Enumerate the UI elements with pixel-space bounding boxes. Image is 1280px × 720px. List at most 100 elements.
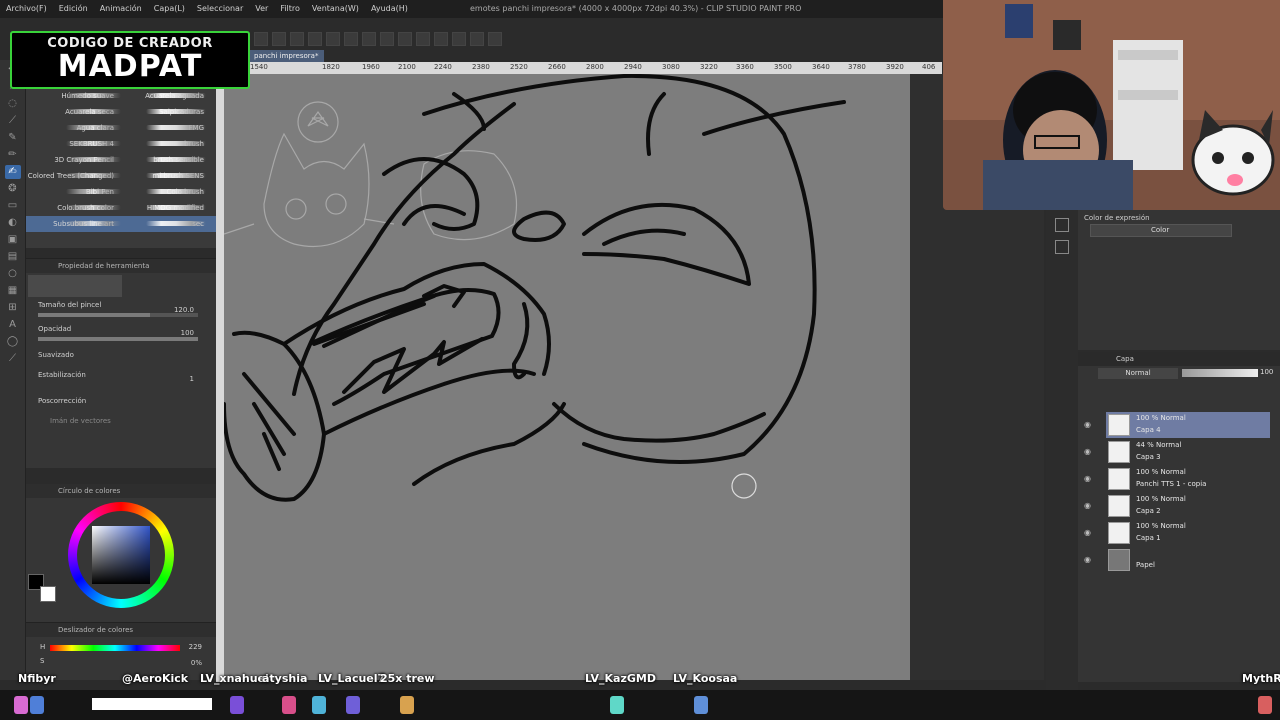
layer-row-capa-1[interactable]: ◉ 100 % Normal Capa 1 — [1084, 520, 1270, 546]
hue-label: H — [40, 643, 46, 651]
brush-row[interactable]: Bibi PenColo brush — [26, 184, 216, 200]
post-correction-label[interactable]: Poscorrección — [38, 397, 86, 405]
chat-name: LV_xnahuel — [200, 672, 269, 685]
tool-strip: ✥ ⌕ ◌ ⟋ ✎ ✏ ✍ ❂ ▭ ◐ ▣ ▤ ○ ▦ ⊞ A ◯ ⟋ — [0, 60, 26, 680]
ruler-tool-icon[interactable]: ⊞ — [5, 301, 21, 315]
stroke-preview — [146, 173, 206, 178]
avatar-sprite — [400, 696, 414, 714]
ruler-tick: 2800 — [586, 63, 604, 71]
canvas-tab[interactable]: panchi impresora* — [248, 50, 325, 62]
saturation-square[interactable] — [92, 526, 150, 584]
visibility-eye-icon[interactable]: ◉ — [1084, 555, 1091, 564]
brush-row[interactable]: Húmedo suaveAcuarela aguada — [26, 88, 216, 104]
brush-row[interactable]: SEKBRUSH 4brush — [26, 136, 216, 152]
save-icon[interactable] — [254, 32, 268, 46]
menu-edicion[interactable]: Edición — [53, 0, 94, 18]
lasso-icon[interactable]: ◌ — [5, 97, 21, 111]
right-dock — [1046, 210, 1078, 710]
opacity-label: Opacidad — [38, 325, 72, 333]
visibility-eye-icon[interactable]: ◉ — [1084, 501, 1091, 510]
menu-archivo[interactable]: Archivo(F) — [0, 0, 53, 18]
redo-icon[interactable] — [290, 32, 304, 46]
eraser-icon[interactable]: ▭ — [5, 199, 21, 213]
transform-icon[interactable] — [326, 32, 340, 46]
menu-ayuda[interactable]: Ayuda(H) — [365, 0, 414, 18]
fill-icon[interactable] — [380, 32, 394, 46]
layer-opacity-value[interactable]: 100 — [1260, 368, 1273, 376]
brush-tool-icon[interactable]: ✍ — [4, 165, 21, 179]
sub-color-swatch[interactable] — [40, 586, 56, 602]
brush-size-slider[interactable] — [38, 313, 198, 317]
color-wheel-panel: Círculo de colores — [26, 484, 216, 624]
pencil-tool-icon[interactable]: ✏ — [5, 148, 21, 162]
layer-opacity-slider[interactable] — [1182, 369, 1258, 377]
grid-icon[interactable] — [452, 32, 466, 46]
drawing-canvas[interactable] — [224, 74, 910, 680]
menu-capa[interactable]: Capa(L) — [148, 0, 191, 18]
hue-slider[interactable] — [50, 645, 180, 651]
menu-filtro[interactable]: Filtro — [274, 0, 306, 18]
layer-row-capa-4[interactable]: ◉ 100 % Normal Capa 4 — [1084, 412, 1270, 438]
layer-row-capa-3[interactable]: ◉ 44 % Normal Capa 3 — [1084, 439, 1270, 465]
fill-tool-icon[interactable]: ▣ — [5, 233, 21, 247]
brush-row[interactable]: Acuarela secaSalpicaduras — [26, 104, 216, 120]
visibility-eye-icon[interactable]: ◉ — [1084, 420, 1091, 429]
hue-value[interactable]: 229 — [189, 643, 202, 651]
pen-icon[interactable] — [398, 32, 412, 46]
avatar-sprite — [30, 696, 44, 714]
balloon-icon[interactable]: ◯ — [5, 335, 21, 349]
brush-row[interactable]: Agua claraFMG — [26, 120, 216, 136]
brush-row[interactable]: Colored Trees (Changed)mi brush SENS — [26, 168, 216, 184]
gradient-icon[interactable]: ▤ — [5, 250, 21, 264]
settings-icon[interactable] — [308, 32, 322, 46]
ruler-tick: 3780 — [848, 63, 866, 71]
opacity-slider[interactable] — [38, 337, 198, 341]
avatar-sprite — [346, 696, 360, 714]
stabilization-value[interactable]: 1 — [190, 375, 194, 383]
ruler-tick: 3640 — [812, 63, 830, 71]
frame-icon[interactable]: ▦ — [5, 284, 21, 298]
webcam-scene — [943, 0, 1280, 210]
stroke-preview — [66, 125, 121, 130]
shape-icon[interactable]: ○ — [5, 267, 21, 281]
layer-row-papel[interactable]: ◉ Papel — [1084, 547, 1270, 573]
layer-tab[interactable]: Capa — [1078, 352, 1280, 366]
blend-icon[interactable]: ◐ — [5, 216, 21, 230]
line-correction-icon[interactable]: ⟋ — [5, 352, 21, 366]
saturation-value[interactable]: 0% — [191, 659, 202, 667]
visibility-eye-icon[interactable]: ◉ — [1084, 528, 1091, 537]
ruler-tick: 2520 — [510, 63, 528, 71]
ruler-icon[interactable] — [470, 32, 484, 46]
line-icon[interactable] — [416, 32, 430, 46]
pen-tool-icon[interactable]: ✎ — [5, 131, 21, 145]
clear-icon[interactable] — [362, 32, 376, 46]
layer-icon[interactable] — [488, 32, 502, 46]
visibility-eye-icon[interactable]: ◉ — [1084, 447, 1091, 456]
crop-icon[interactable] — [344, 32, 358, 46]
snap-icon[interactable] — [434, 32, 448, 46]
stroke-preview — [146, 205, 206, 210]
layer-row-panchi-copy[interactable]: ◉ 100 % Normal Panchi TTS 1 - copia — [1084, 466, 1270, 492]
chat-name: atyshia — [262, 672, 308, 685]
airbrush-icon[interactable]: ❂ — [5, 182, 21, 196]
undo-icon[interactable] — [272, 32, 286, 46]
expression-color-title: Color de expresión — [1084, 214, 1150, 222]
menu-ver[interactable]: Ver — [249, 0, 274, 18]
brush-row[interactable]: 3D Crayon Pencilbrush sensible — [26, 152, 216, 168]
expression-color-select[interactable]: Color — [1090, 224, 1232, 237]
text-icon[interactable]: A — [5, 318, 21, 332]
subview-icon[interactable] — [1055, 240, 1069, 254]
chat-name: LV_Koosaa — [673, 672, 738, 685]
stroke-preview — [66, 189, 121, 194]
navigator-icon[interactable] — [1055, 218, 1069, 232]
brush-row[interactable]: Colo.brush colorHIMOG modified — [26, 200, 216, 216]
brush-row-selected[interactable]: Subsubus line artsec — [26, 216, 216, 232]
opacity-value[interactable]: 100 — [181, 329, 194, 337]
layer-row-capa-2[interactable]: ◉ 100 % Normal Capa 2 — [1084, 493, 1270, 519]
menu-ventana[interactable]: Ventana(W) — [306, 0, 365, 18]
eyedropper-icon[interactable]: ⟋ — [5, 114, 21, 128]
visibility-eye-icon[interactable]: ◉ — [1084, 474, 1091, 483]
menu-animacion[interactable]: Animación — [94, 0, 148, 18]
menu-seleccionar[interactable]: Seleccionar — [191, 0, 249, 18]
blend-mode-select[interactable]: Normal — [1098, 368, 1178, 379]
